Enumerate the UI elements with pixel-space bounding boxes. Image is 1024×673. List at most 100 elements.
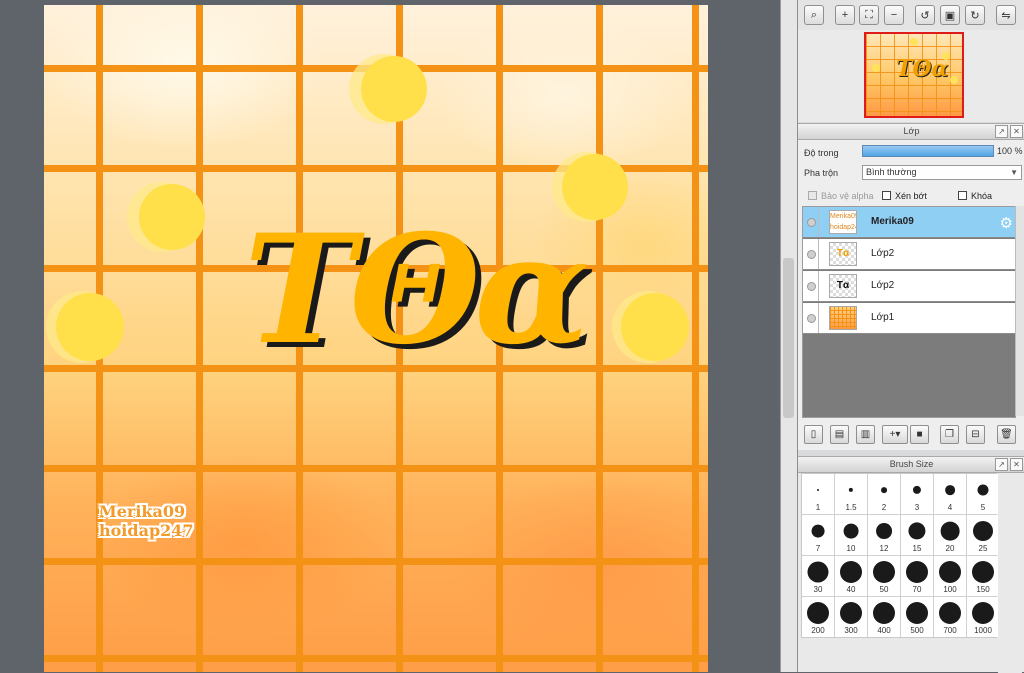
opacity-slider[interactable] xyxy=(862,145,994,157)
clipping-toggle[interactable]: Xén bớt xyxy=(882,189,927,202)
flip-icon: ⇋ xyxy=(1001,9,1011,22)
brush-preview-dot xyxy=(945,485,955,495)
rotate-left-icon: ↺ xyxy=(920,9,930,22)
protect-alpha-label: Bảo vệ alpha xyxy=(821,190,874,201)
brush-preview-dot xyxy=(972,602,994,624)
brush-size-label: 30 xyxy=(813,585,823,594)
brush-preview-dot xyxy=(939,561,961,583)
panel-close-icon[interactable]: ✕ xyxy=(1010,125,1023,138)
brush-size-700[interactable]: 700 xyxy=(934,597,966,637)
new-1bit-button[interactable]: ▥ xyxy=(856,425,875,444)
navigator-thumbnail[interactable]: ΤΘα xyxy=(864,32,964,118)
protect-alpha-checkbox[interactable] xyxy=(808,191,817,200)
fit-window-button[interactable]: ⛶ xyxy=(859,5,879,25)
new-layer-icon: ▯ xyxy=(810,429,817,440)
brush-size-label: 200 xyxy=(811,626,825,635)
new-folder-button[interactable]: ■ xyxy=(910,425,929,444)
merge-layer-button[interactable]: ⊟ xyxy=(966,425,985,444)
brush-size-500[interactable]: 500 xyxy=(901,597,933,637)
artwork-title: ΤΘα xyxy=(244,202,590,378)
new-raster-icon: ▤ xyxy=(834,429,845,440)
brush-size-3[interactable]: 3 xyxy=(901,474,933,514)
layer-row-lop1[interactable]: Lớp1 xyxy=(803,303,1015,334)
brush-size-label: 15 xyxy=(912,544,922,553)
blend-mode-select[interactable]: Bình thường ▼ xyxy=(862,165,1022,180)
brush-size-200[interactable]: 200 xyxy=(802,597,834,637)
brush-preview-dot xyxy=(807,602,829,624)
lock-checkbox[interactable] xyxy=(958,191,967,200)
new-layer-menu-icon: +▾ xyxy=(889,429,901,440)
brush-size-1-5[interactable]: 1.5 xyxy=(835,474,867,514)
brush-size-70[interactable]: 70 xyxy=(901,556,933,596)
brush-size-7[interactable]: 7 xyxy=(802,515,834,555)
brush-size-300[interactable]: 300 xyxy=(835,597,867,637)
brush-size-label: 25 xyxy=(978,544,988,553)
copy-layer-button[interactable]: ❐ xyxy=(940,425,959,444)
layer-visibility-icon[interactable] xyxy=(807,282,816,291)
actual-size-button[interactable]: ▣ xyxy=(940,5,960,25)
brush-size-label: 10 xyxy=(846,544,856,553)
zoom-fit-button[interactable]: ⌕ xyxy=(804,5,824,25)
copy-layer-icon: ❐ xyxy=(945,429,954,440)
artwork-canvas[interactable]: ΤΘα Merika09 hoidap247 xyxy=(44,5,708,672)
brush-preview-dot xyxy=(906,602,928,624)
brush-size-20[interactable]: 20 xyxy=(934,515,966,555)
brush-size-10[interactable]: 10 xyxy=(835,515,867,555)
delete-layer-button[interactable]: 🗑 xyxy=(997,425,1016,444)
rotate-right-button[interactable]: ↻ xyxy=(965,5,985,25)
layer-visibility-icon[interactable] xyxy=(807,250,816,259)
panel-popout-icon[interactable]: ↗ xyxy=(995,125,1008,138)
layer-visibility-icon[interactable] xyxy=(807,314,816,323)
brush-size-12[interactable]: 12 xyxy=(868,515,900,555)
brush-size-label: 500 xyxy=(910,626,924,635)
brush-size-4[interactable]: 4 xyxy=(934,474,966,514)
brush-size-5[interactable]: 5 xyxy=(967,474,999,514)
thumbnail-title: ΤΘα xyxy=(896,56,949,82)
brush-preview-dot xyxy=(939,602,961,624)
canvas-scrollbar-thumb[interactable] xyxy=(783,258,794,418)
lock-toggle[interactable]: Khóa xyxy=(958,189,992,202)
panel-popout-icon[interactable]: ↗ xyxy=(995,458,1008,471)
rotate-left-button[interactable]: ↺ xyxy=(915,5,935,25)
brush-panel-header: Brush Size ↗ ✕ xyxy=(798,456,1024,473)
brush-preview-dot xyxy=(843,523,859,539)
brush-size-label: 1 xyxy=(815,503,821,512)
brush-size-400[interactable]: 400 xyxy=(868,597,900,637)
brush-size-15[interactable]: 15 xyxy=(901,515,933,555)
canvas-vertical-scrollbar[interactable] xyxy=(780,0,797,672)
protect-alpha-toggle[interactable]: Bảo vệ alpha xyxy=(808,189,874,202)
brush-size-1000[interactable]: 1000 xyxy=(967,597,999,637)
brush-size-2[interactable]: 2 xyxy=(868,474,900,514)
brush-size-40[interactable]: 40 xyxy=(835,556,867,596)
layer-row-merika09[interactable]: Merika09 hoidap247 Merika09 ⚙ xyxy=(803,207,1015,238)
brush-size-30[interactable]: 30 xyxy=(802,556,834,596)
layer-visibility-icon[interactable] xyxy=(807,218,816,227)
brush-size-25[interactable]: 25 xyxy=(967,515,999,555)
brush-size-50[interactable]: 50 xyxy=(868,556,900,596)
brush-size-label: 150 xyxy=(976,585,990,594)
new-raster-button[interactable]: ▤ xyxy=(830,425,849,444)
zoom-out-button[interactable]: − xyxy=(884,5,904,25)
panel-close-icon[interactable]: ✕ xyxy=(1010,458,1023,471)
flip-button[interactable]: ⇋ xyxy=(996,5,1016,25)
zoom-in-button[interactable]: + xyxy=(835,5,855,25)
canvas-area[interactable]: ΤΘα Merika09 hoidap247 xyxy=(0,0,780,672)
gear-icon[interactable]: ⚙ xyxy=(1000,214,1013,232)
brush-panel-scroll-area[interactable] xyxy=(998,473,1022,673)
layer-divider xyxy=(818,303,819,333)
new-layer-button[interactable]: ▯ xyxy=(804,425,823,444)
brush-size-1[interactable]: 1 xyxy=(802,474,834,514)
layer-list-scrollbar[interactable] xyxy=(1015,206,1024,416)
clipping-checkbox[interactable] xyxy=(882,191,891,200)
brush-size-panel: 1 1.5 2 3 4 5 7 10 12 15 20 25 30 40 50 70 100 150 200 300 4… xyxy=(798,473,1024,673)
navigator-toolbar: ⌕ + ⛶ − ↺ ▣ ↻ ⇋ xyxy=(798,0,1024,31)
layer-divider xyxy=(818,239,819,269)
thumbnail-dot xyxy=(872,64,880,72)
brush-size-100[interactable]: 100 xyxy=(934,556,966,596)
layer-panel-header: Lớp ↗ ✕ xyxy=(798,123,1024,140)
thumbnail-dot xyxy=(910,38,918,46)
new-layer-menu-button[interactable]: +▾ xyxy=(882,425,908,444)
layer-row-lop2-b[interactable]: Tα Lớp2 xyxy=(803,271,1015,302)
layer-row-lop2-a[interactable]: Tα Lớp2 xyxy=(803,239,1015,270)
brush-size-150[interactable]: 150 xyxy=(967,556,999,596)
